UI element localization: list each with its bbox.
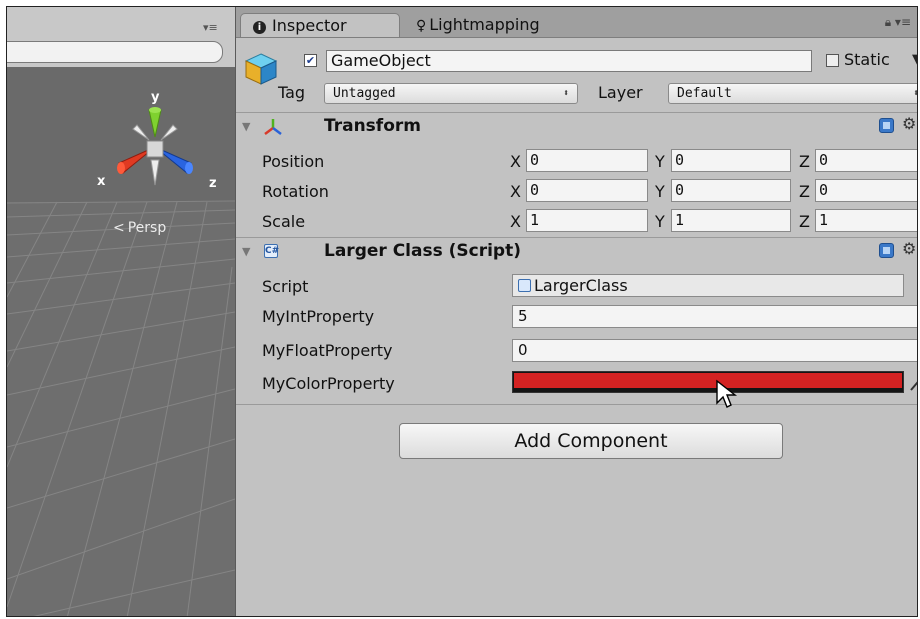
gizmo-z-label: z: [209, 176, 217, 191]
updown-icon: ⬍: [562, 88, 569, 99]
csharp-script-icon: C#: [264, 244, 280, 258]
axis-y-label: Y: [655, 212, 665, 231]
layer-label: Layer: [598, 83, 643, 102]
foldout-arrow-icon[interactable]: ▼: [242, 120, 250, 133]
axis-z-label: Z: [799, 182, 810, 201]
persp-arrow-icon: <: [113, 220, 125, 236]
rotation-label: Rotation: [262, 182, 329, 201]
rotation-z-field[interactable]: 0: [815, 179, 917, 202]
script-value: LargerClass: [534, 276, 628, 295]
scene-menu-icon[interactable]: ▾≡: [203, 21, 218, 34]
axis-z-label: Z: [799, 212, 810, 231]
layer-dropdown[interactable]: Default ⬍: [668, 83, 917, 104]
position-label: Position: [262, 152, 325, 171]
axis-y-label: Y: [655, 152, 665, 171]
scale-y-field[interactable]: 1: [671, 209, 791, 232]
unity-editor-window: ▾≡ y x z < Persp i Inspector ♀ Lightmapp…: [6, 6, 918, 617]
script-title: Larger Class (Script): [324, 241, 521, 261]
my-int-property-label: MyIntProperty: [262, 307, 375, 326]
updown-icon: ⬍: [913, 84, 917, 103]
lightbulb-icon: ♀: [416, 18, 427, 34]
gameobject-icon: [244, 53, 278, 85]
script-component: ▼ C# Larger Class (Script) ⚙ Script Larg…: [236, 238, 917, 405]
script-label: Script: [262, 277, 309, 296]
persp-label: Persp: [127, 220, 167, 236]
transform-header[interactable]: ▼ Transform ⚙: [236, 113, 917, 139]
tag-label: Tag: [278, 83, 306, 102]
scale-label: Scale: [262, 212, 306, 231]
gizmo-x-label: x: [97, 174, 106, 189]
mouse-cursor-icon: [716, 379, 738, 408]
lock-icon[interactable]: 🔒︎ ▾≡: [885, 15, 911, 30]
tab-inspector-label: Inspector: [272, 16, 347, 35]
active-checkbox[interactable]: ✔: [304, 54, 317, 67]
gameobject-header: ✔ GameObject Static ▼ Tag Untagged ⬍ Laye…: [236, 38, 917, 113]
axis-x-label: X: [510, 182, 521, 201]
scale-x-field[interactable]: 1: [526, 209, 648, 232]
tab-inspector[interactable]: i Inspector: [240, 13, 400, 37]
tag-dropdown[interactable]: Untagged ⬍: [324, 83, 578, 104]
tab-bar: i Inspector ♀ Lightmapping 🔒︎ ▾≡: [236, 7, 917, 38]
my-int-property-field[interactable]: 5: [512, 305, 917, 328]
axis-y-label: Y: [655, 182, 665, 201]
position-z-field[interactable]: 0: [815, 149, 917, 172]
my-color-property-field[interactable]: [512, 371, 904, 393]
gear-icon[interactable]: ⚙: [902, 114, 916, 133]
rotation-y-field[interactable]: 0: [671, 179, 791, 202]
my-float-property-field[interactable]: 0: [512, 339, 917, 362]
persp-toggle[interactable]: < Persp: [113, 220, 166, 236]
gear-icon[interactable]: ⚙: [902, 239, 916, 258]
eyedropper-icon[interactable]: [908, 369, 918, 393]
my-float-property-label: MyFloatProperty: [262, 341, 393, 360]
tab-lightmapping[interactable]: ♀ Lightmapping: [414, 13, 540, 37]
info-icon: i: [253, 21, 266, 34]
gizmo-y-label: y: [151, 90, 160, 105]
scene-toolbar: ▾≡: [7, 7, 235, 68]
help-icon[interactable]: [879, 118, 894, 133]
transform-title: Transform: [324, 116, 421, 136]
transform-component: ▼ Transform ⚙ Position X 0 Y 0 Z 0 Rotat…: [236, 113, 917, 238]
static-label: Static: [844, 50, 890, 69]
axis-z-label: Z: [799, 152, 810, 171]
gameobject-name-field[interactable]: GameObject: [326, 50, 812, 72]
help-icon[interactable]: [879, 243, 894, 258]
layer-value: Default: [677, 86, 732, 101]
rotation-x-field[interactable]: 0: [526, 179, 648, 202]
scene-view[interactable]: ▾≡ y x z < Persp: [7, 7, 236, 616]
csharp-script-icon: [518, 279, 531, 292]
axis-x-label: X: [510, 152, 521, 171]
add-component-button[interactable]: Add Component: [399, 423, 783, 459]
position-y-field[interactable]: 0: [671, 149, 791, 172]
position-x-field[interactable]: 0: [526, 149, 648, 172]
color-swatch: [514, 373, 902, 388]
foldout-arrow-icon[interactable]: ▼: [242, 245, 250, 258]
transform-icon: [264, 119, 282, 135]
tag-value: Untagged: [333, 86, 396, 101]
static-checkbox[interactable]: [826, 54, 839, 67]
tab-lightmapping-label: Lightmapping: [429, 15, 540, 34]
inspector-panel: i Inspector ♀ Lightmapping 🔒︎ ▾≡ ✔ GameObj…: [236, 7, 917, 616]
scene-search-input[interactable]: [7, 41, 223, 63]
axis-x-label: X: [510, 212, 521, 231]
my-color-property-label: MyColorProperty: [262, 374, 395, 393]
scale-z-field[interactable]: 1: [815, 209, 917, 232]
script-object-field[interactable]: LargerClass: [512, 274, 904, 297]
scene-gizmo[interactable]: y x z: [89, 85, 219, 201]
script-header[interactable]: ▼ C# Larger Class (Script) ⚙: [236, 238, 917, 264]
static-dropdown-icon[interactable]: ▼: [912, 52, 917, 67]
